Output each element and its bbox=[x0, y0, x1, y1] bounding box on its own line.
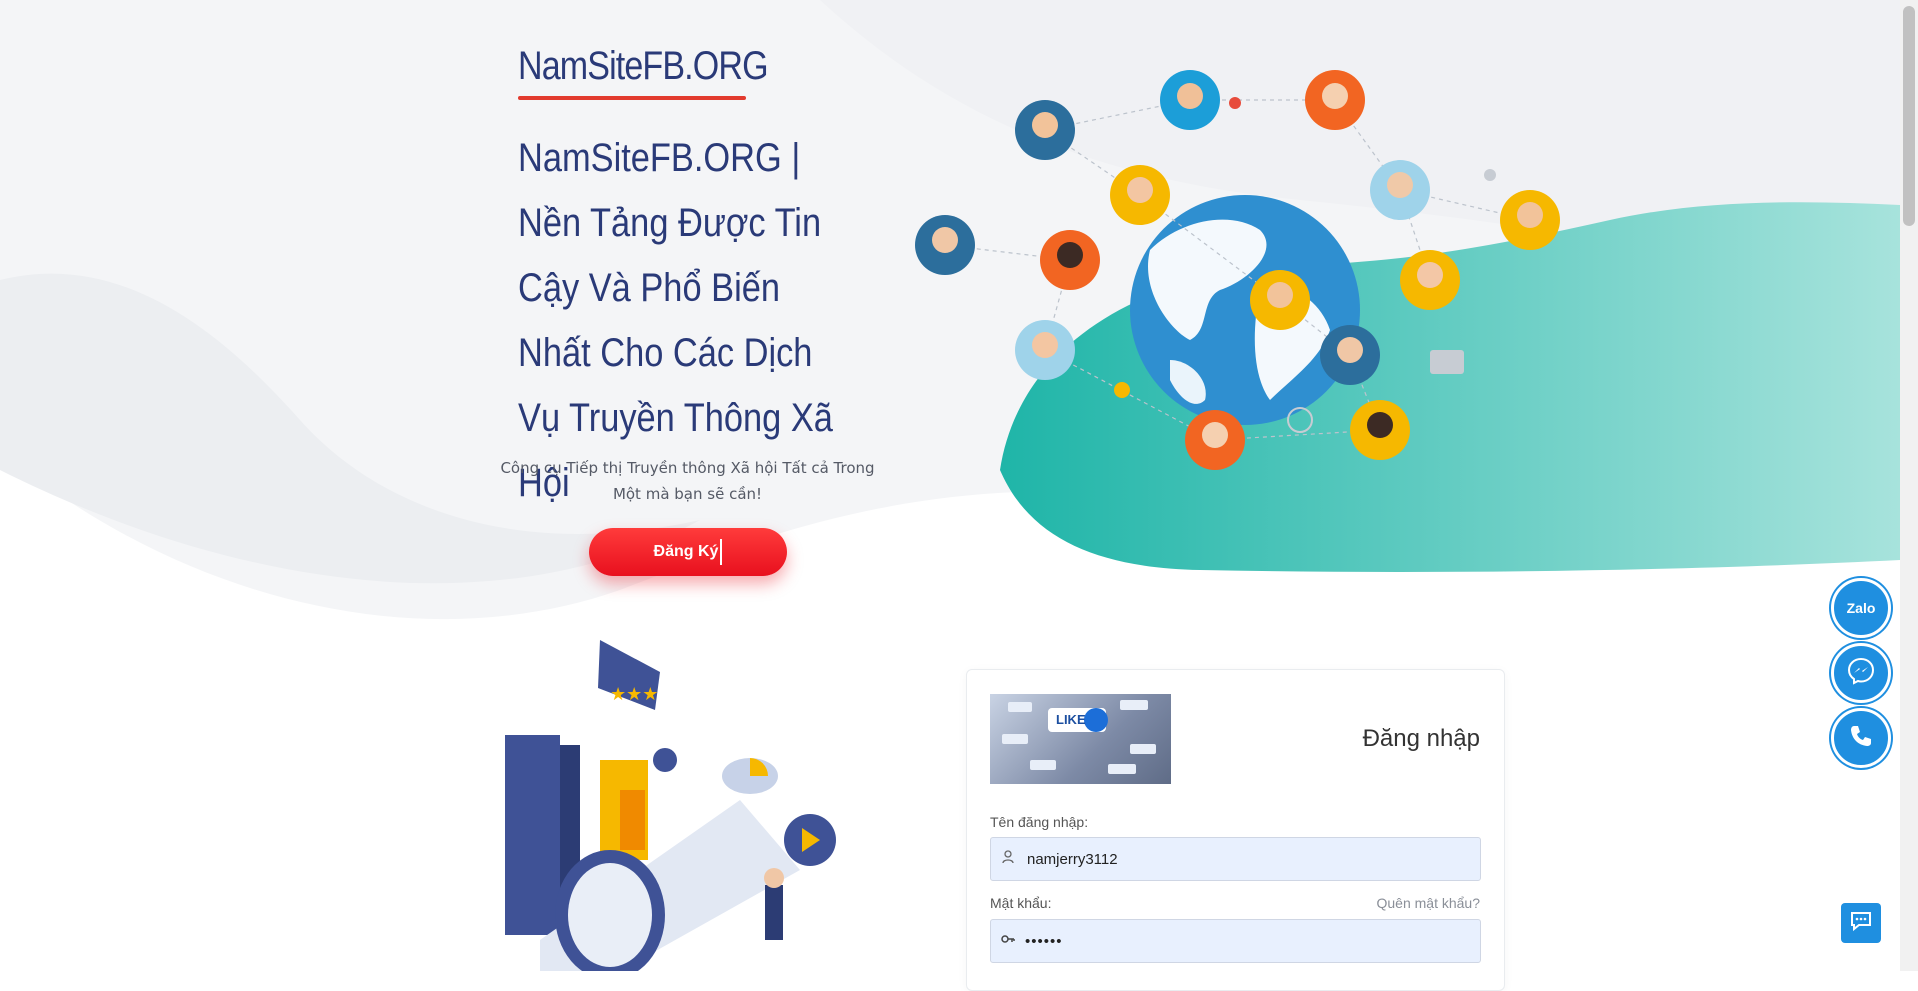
chat-widget-button[interactable] bbox=[1841, 903, 1881, 943]
phone-button[interactable] bbox=[1831, 708, 1891, 768]
text-caret bbox=[720, 539, 723, 565]
password-label: Mật khẩu: bbox=[990, 895, 1052, 911]
hero-subtitle: Công cụ Tiếp thị Truyền thông Xã hội Tất… bbox=[500, 459, 875, 503]
forgot-password-link[interactable]: Quên mật khẩu? bbox=[1376, 895, 1480, 911]
user-icon bbox=[991, 850, 1025, 868]
username-label: Tên đăng nhập: bbox=[990, 814, 1089, 830]
chat-icon bbox=[1849, 910, 1873, 936]
username-input[interactable] bbox=[1025, 849, 1449, 869]
register-button[interactable]: Đăng Ký bbox=[589, 528, 787, 576]
login-thumbnail: LIKE bbox=[990, 694, 1171, 784]
login-card: LIKE Đăng nhập Tên đăng nhập: Mật khẩu: … bbox=[966, 669, 1505, 991]
site-logo[interactable]: NamSiteFB.ORG bbox=[518, 44, 769, 89]
messenger-button[interactable] bbox=[1831, 643, 1891, 703]
password-input[interactable]: •••••• bbox=[1025, 933, 1063, 950]
username-field-wrapper bbox=[990, 837, 1481, 881]
password-field-wrapper: •••••• bbox=[990, 919, 1481, 963]
login-title: Đăng nhập bbox=[1362, 725, 1480, 752]
like-thumb-icon bbox=[1002, 700, 1156, 774]
zalo-button[interactable]: Zalo bbox=[1831, 578, 1891, 638]
hero-background: ★★★ bbox=[0, 0, 1918, 971]
like-badge-text: LIKE bbox=[1056, 712, 1086, 727]
scrollbar-thumb[interactable] bbox=[1903, 6, 1915, 226]
zalo-label: Zalo bbox=[1846, 600, 1876, 616]
key-icon bbox=[991, 933, 1025, 949]
phone-icon bbox=[1848, 723, 1874, 753]
page-scrollbar[interactable] bbox=[1900, 0, 1918, 971]
svg-text:★★★: ★★★ bbox=[610, 684, 658, 705]
register-button-label: Đăng Ký bbox=[653, 543, 719, 560]
messenger-icon bbox=[1846, 656, 1876, 690]
logo-underline bbox=[518, 96, 746, 100]
